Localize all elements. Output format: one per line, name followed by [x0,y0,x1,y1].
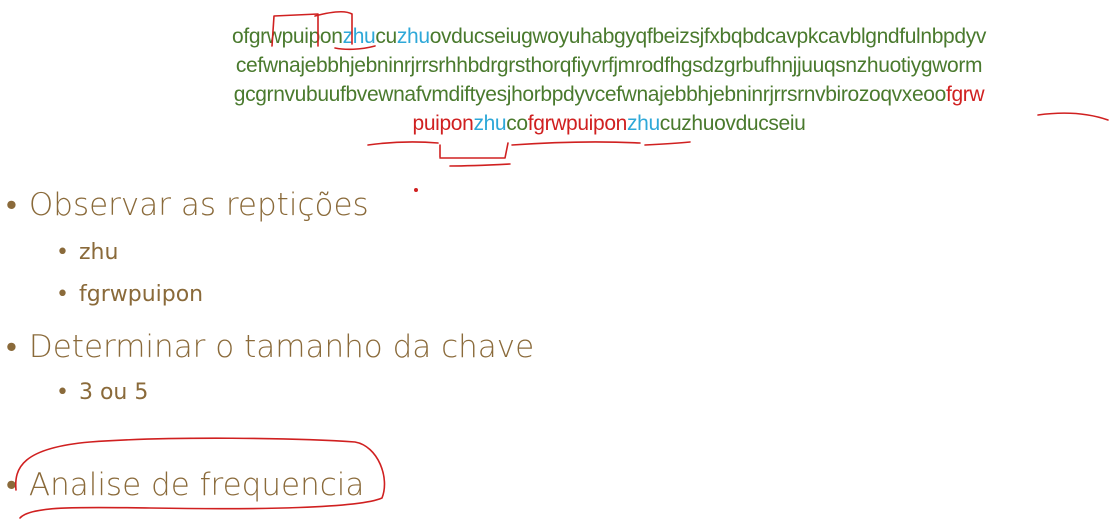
bullet-marker: • [56,282,69,307]
bullet-marker: • [6,187,17,223]
bullet-item-observar: • Observar as reptições [6,187,369,223]
slide: ofgrwpuiponzhucuzhuovducseiugwoyuhabgyqf… [0,0,1118,528]
sub-bullet-item: • 3 ou 5 [56,380,148,405]
bullet-marker: • [6,329,17,365]
bullet-marker: • [56,240,69,265]
bullet-text: zhu [78,240,119,265]
sub-bullet-item: • fgrwpuipon [56,282,203,307]
bullet-item-analise: • Analise de frequencia [6,467,364,503]
bullet-text: fgrwpuipon [78,282,204,307]
bullet-list: • Observar as reptições • zhu • fgrwpuipon … [0,0,1118,528]
bullet-text: Observar as reptições [28,187,369,223]
sub-bullet-item: • zhu [56,240,118,265]
bullet-marker: • [6,467,17,503]
bullet-text: 3 ou 5 [78,380,149,405]
bullet-item-determinar: • Determinar o tamanho da chave [6,329,534,365]
bullet-marker: • [56,380,69,405]
bullet-text: Analise de frequencia [28,467,365,503]
bullet-text: Determinar o tamanho da chave [28,329,535,365]
